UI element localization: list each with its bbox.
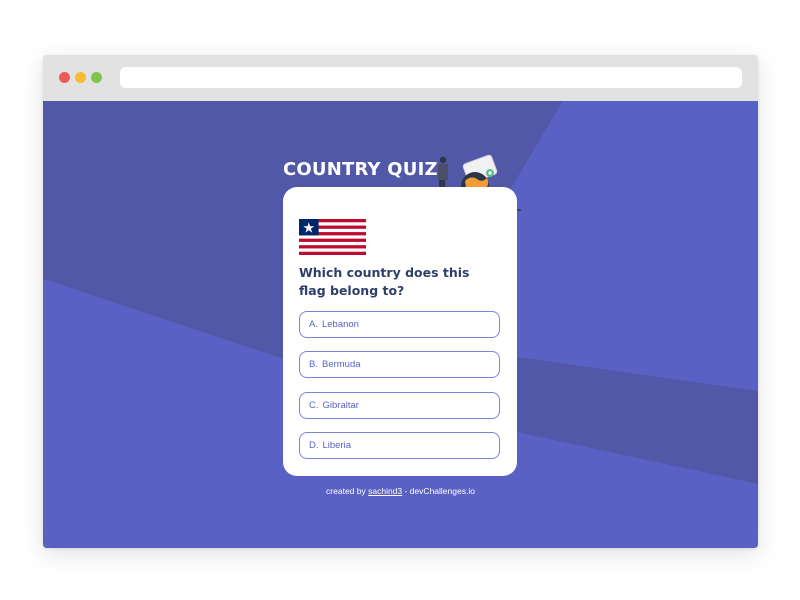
browser-window: COUNTRY QUIZ Which country does this fla… bbox=[43, 55, 758, 548]
minimize-window-icon[interactable] bbox=[75, 72, 86, 83]
browser-titlebar bbox=[43, 55, 758, 101]
answer-option-b[interactable]: B. Bermuda bbox=[299, 351, 500, 378]
answer-option-letter: B. bbox=[309, 359, 318, 370]
footer-suffix: - devChallenges.io bbox=[404, 486, 475, 496]
address-bar[interactable] bbox=[120, 67, 742, 88]
close-window-icon[interactable] bbox=[59, 72, 70, 83]
page-viewport: COUNTRY QUIZ Which country does this fla… bbox=[43, 101, 758, 548]
app-title: COUNTRY QUIZ bbox=[283, 159, 438, 180]
answer-option-text: Liberia bbox=[322, 440, 352, 451]
answer-option-letter: C. bbox=[309, 400, 319, 411]
maximize-window-icon[interactable] bbox=[91, 72, 102, 83]
page-footer: created by sachind3 - devChallenges.io bbox=[43, 486, 758, 496]
answer-option-d[interactable]: D. Liberia bbox=[299, 432, 500, 459]
answer-option-text: Bermuda bbox=[321, 359, 361, 370]
answer-option-text: Gibraltar bbox=[322, 400, 359, 411]
quiz-question: Which country does this flag belong to? bbox=[299, 265, 470, 298]
author-link[interactable]: sachind3 bbox=[368, 486, 402, 496]
answer-option-c[interactable]: C. Gibraltar bbox=[299, 392, 500, 419]
liberia-flag-icon bbox=[299, 219, 366, 255]
answer-option-text: Lebanon bbox=[321, 319, 359, 330]
answer-option-letter: A. bbox=[309, 319, 318, 330]
footer-prefix: created by bbox=[326, 486, 366, 496]
answer-option-letter: D. bbox=[309, 440, 319, 451]
answer-option-a[interactable]: A. Lebanon bbox=[299, 311, 500, 338]
quiz-card: Which country does this flag belong to? … bbox=[283, 187, 517, 476]
